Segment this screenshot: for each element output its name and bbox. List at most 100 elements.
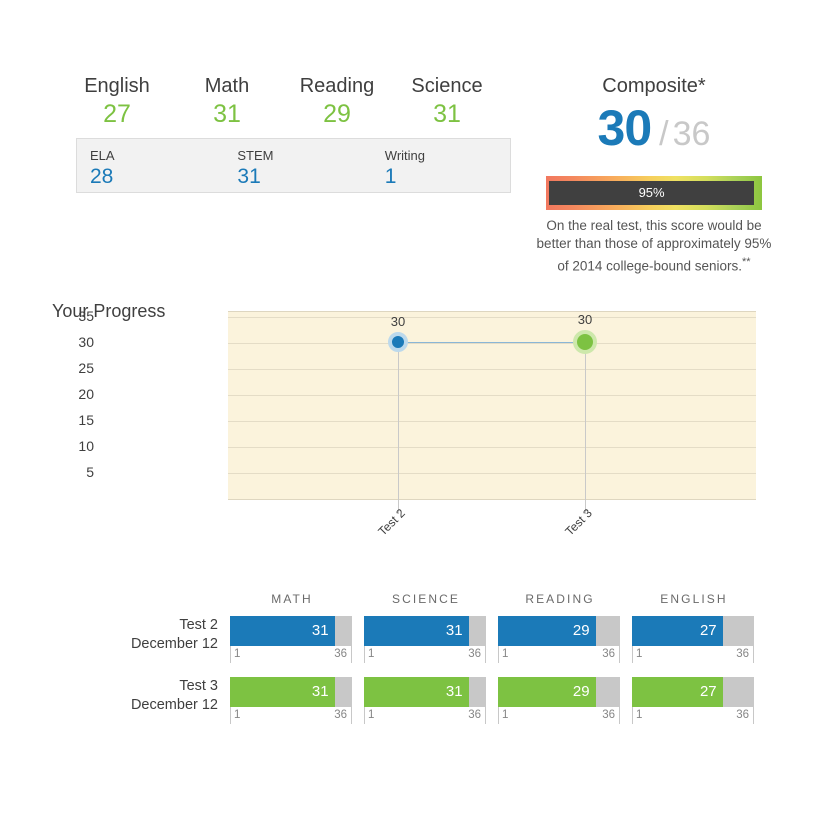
score-bar-track: 27 [632, 616, 754, 646]
chart-gridline [228, 395, 756, 397]
subject-label-reading: Reading [299, 75, 375, 97]
score-bar-fill: 27 [632, 677, 723, 707]
progress-chart-plot [228, 311, 756, 500]
chart-y-tick-label: 20 [78, 386, 94, 403]
subscore-stem: STEM 31 [237, 148, 384, 189]
score-bar-fill: 29 [498, 616, 596, 646]
score-bar-scale-min: 1 [502, 648, 509, 660]
score-bars-rows: Test 2 December 12 31 1 36 31 1 36 29 1 36 27 1 36 Tes… [0, 616, 840, 732]
score-bar-column-header: MATH [271, 592, 313, 606]
composite-separator: / [659, 115, 669, 153]
chart-point-value-label: 30 [577, 312, 593, 328]
score-bar-row-label: Test 3 December 12 [0, 677, 218, 715]
score-bar-fill: 31 [364, 616, 469, 646]
score-bar-scale-max: 36 [736, 709, 749, 721]
composite-note-text: On the real test, this score would be be… [536, 218, 772, 274]
score-bar-scale-max: 36 [334, 709, 347, 721]
score-bar-track: 29 [498, 616, 620, 646]
chart-y-tick-label: 35 [78, 308, 94, 325]
score-bar-scale-max: 36 [468, 648, 481, 660]
chart-gridline [228, 447, 756, 449]
chart-gridline [228, 369, 756, 371]
score-bar-unit[interactable]: 29 1 36 [498, 677, 620, 724]
score-bar-scale: 1 36 [632, 646, 754, 663]
score-bar-scale-min: 1 [502, 709, 509, 721]
subject-score-science: Science 31 [392, 74, 502, 129]
score-bar-scale: 1 36 [364, 707, 486, 724]
score-bar-column-header: ENGLISH [660, 592, 728, 606]
chart-y-tick-label: 10 [78, 438, 94, 455]
subject-label-math: Math [204, 75, 250, 97]
chart-gridline [228, 317, 756, 319]
score-bar-unit[interactable]: 31 1 36 [230, 677, 352, 724]
score-bar-scale-min: 1 [234, 709, 241, 721]
subject-value-math: 31 [213, 100, 241, 128]
chart-y-tick-label: 25 [78, 360, 94, 377]
chart-y-tick-label: 5 [86, 464, 94, 481]
composite-note-superscript: ** [742, 256, 751, 268]
composite-max: 36 [672, 115, 711, 153]
chart-vertical-line [398, 342, 399, 514]
score-bar-row: Test 2 December 12 31 1 36 31 1 36 29 1 36 27 1 36 [0, 616, 840, 671]
score-bar-scale-min: 1 [636, 648, 643, 660]
score-bar-row-date: December 12 [130, 697, 218, 713]
subject-label-science: Science [411, 75, 483, 97]
composite-score-line: 30/36 [532, 101, 776, 168]
score-bar-scale-min: 1 [636, 709, 643, 721]
score-bar-unit[interactable]: 31 1 36 [364, 677, 486, 724]
score-bar-scale: 1 36 [632, 707, 754, 724]
score-bar-unit[interactable]: 31 1 36 [364, 616, 486, 663]
subscore-value-ela: 28 [90, 165, 114, 188]
chart-x-tick-label: Test 3 [562, 506, 595, 539]
score-bar-scale: 1 36 [230, 707, 352, 724]
composite-note: On the real test, this score would be be… [532, 217, 776, 276]
score-bar-column-header: SCIENCE [391, 592, 461, 606]
score-bar-row-test-name: Test 2 [179, 617, 218, 633]
subscore-value-stem: 31 [237, 165, 261, 188]
score-bar-scale: 1 36 [498, 646, 620, 663]
subscore-label-ela: ELA [90, 148, 115, 163]
score-bar-track: 31 [364, 616, 486, 646]
score-bar-row-test-name: Test 3 [179, 678, 218, 694]
score-bar-scale-max: 36 [468, 709, 481, 721]
score-bar-scale-max: 36 [602, 709, 615, 721]
composite-title: Composite* [602, 75, 706, 97]
composite-score: 30 [597, 100, 653, 156]
subject-value-science: 31 [433, 100, 461, 128]
score-bar-unit[interactable]: 29 1 36 [498, 616, 620, 663]
score-bar-track: 31 [230, 677, 352, 707]
score-bar-scale: 1 36 [364, 646, 486, 663]
score-bar-fill: 31 [364, 677, 469, 707]
chart-gridline [228, 343, 756, 345]
score-bar-scale: 1 36 [230, 646, 352, 663]
subject-score-reading: Reading 29 [282, 74, 392, 129]
score-bar-row: Test 3 December 12 31 1 36 31 1 36 29 1 36 27 1 36 [0, 677, 840, 732]
score-bar-scale-max: 36 [736, 648, 749, 660]
chart-y-tick-label: 30 [78, 334, 94, 351]
subject-value-english: 27 [103, 100, 131, 128]
score-bar-unit[interactable]: 27 1 36 [632, 616, 754, 663]
score-bar-fill: 27 [632, 616, 723, 646]
chart-y-tick-label: 15 [78, 412, 94, 429]
score-bars-headers: MATH SCIENCE READING ENGLISH [0, 592, 840, 616]
subject-score-math: Math 31 [172, 74, 282, 129]
chart-x-tick-label: Test 2 [375, 506, 408, 539]
subscore-panel: ELA 28 STEM 31 Writing 1 [76, 138, 511, 193]
score-bar-fill: 31 [230, 677, 335, 707]
score-bar-unit[interactable]: 31 1 36 [230, 616, 352, 663]
subscore-label-stem: STEM [237, 148, 274, 163]
subject-value-reading: 29 [323, 100, 351, 128]
chart-gridline [228, 473, 756, 475]
score-bar-scale: 1 36 [498, 707, 620, 724]
score-bars-section: MATH SCIENCE READING ENGLISH Test 2 December… [0, 592, 840, 732]
score-bar-track: 29 [498, 677, 620, 707]
chart-data-point[interactable] [573, 330, 597, 355]
chart-gridline [228, 421, 756, 423]
subscore-value-writing: 1 [384, 165, 397, 188]
subscore-ela: ELA 28 [90, 148, 237, 189]
score-bar-unit[interactable]: 27 1 36 [632, 677, 754, 724]
subject-score-english: English 27 [62, 74, 172, 129]
score-bar-scale-max: 36 [602, 648, 615, 660]
score-bar-row-date: December 12 [130, 636, 218, 652]
composite-panel: Composite* 30/36 95% On the real test, t… [532, 74, 776, 276]
